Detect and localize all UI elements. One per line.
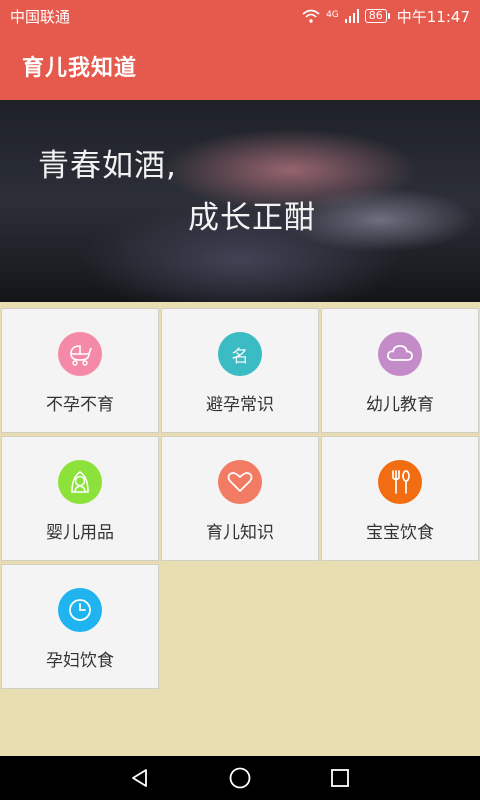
tile-label: 婴儿用品: [46, 523, 114, 543]
status-bar: 中国联通 4G 86 中午11:47: [0, 0, 480, 32]
baby-icon: [71, 471, 89, 493]
tile-baby-diet[interactable]: 宝宝饮食: [321, 436, 479, 561]
status-indicators: 4G 86 中午11:47: [302, 6, 470, 27]
recents-square-icon: [331, 769, 349, 787]
tile-label: 宝宝饮食: [366, 523, 434, 543]
tile-icon-circle: [58, 332, 102, 376]
heart-icon: [227, 472, 253, 492]
tile-icon-circle: [58, 460, 102, 504]
tile-infertility[interactable]: 不孕不育: [1, 308, 159, 433]
tile-icon-circle: [58, 588, 102, 632]
network-type-label: 4G: [326, 9, 339, 20]
back-button[interactable]: [125, 763, 155, 793]
tile-label: 不孕不育: [46, 395, 114, 415]
signal-icon: [344, 9, 359, 23]
fork-spoon-icon: [392, 470, 410, 494]
tile-icon-circle: 名: [218, 332, 262, 376]
tile-icon-circle: [378, 460, 422, 504]
wifi-icon: [302, 9, 320, 23]
banner-image[interactable]: 青春如酒, 成长正酣: [0, 100, 480, 302]
clock-label: 中午11:47: [396, 7, 470, 26]
system-nav-bar: [0, 756, 480, 800]
tile-label: 孕妇饮食: [46, 651, 114, 671]
cloud-icon: [387, 345, 413, 361]
tile-baby-products[interactable]: 婴儿用品: [1, 436, 159, 561]
clock-icon: [69, 599, 91, 621]
home-button[interactable]: [225, 763, 255, 793]
back-triangle-icon: [132, 769, 147, 787]
tile-label: 避孕常识: [206, 395, 274, 415]
name-tag-icon: 名: [231, 346, 249, 367]
recents-button[interactable]: [325, 763, 355, 793]
tile-icon-circle: [218, 460, 262, 504]
tile-label: 幼儿教育: [366, 395, 434, 415]
tile-early-education[interactable]: 幼儿教育: [321, 308, 479, 433]
tile-label: 育儿知识: [206, 523, 274, 543]
app-bar: 育儿我知道: [0, 32, 480, 100]
banner-text-line1: 青春如酒,: [38, 148, 177, 184]
tile-pregnancy-diet[interactable]: 孕妇饮食: [1, 564, 159, 689]
carrier-label: 中国联通: [10, 7, 71, 26]
banner-text-line2: 成长正酣: [188, 200, 316, 236]
battery-indicator: 86: [364, 9, 390, 23]
tile-parenting-knowledge[interactable]: 育儿知识: [161, 436, 319, 561]
stroller-icon: [70, 345, 92, 366]
tile-icon-circle: [378, 332, 422, 376]
home-circle-icon: [229, 767, 251, 789]
tile-contraception[interactable]: 名 避孕常识: [161, 308, 319, 433]
app-title: 育儿我知道: [22, 56, 138, 81]
